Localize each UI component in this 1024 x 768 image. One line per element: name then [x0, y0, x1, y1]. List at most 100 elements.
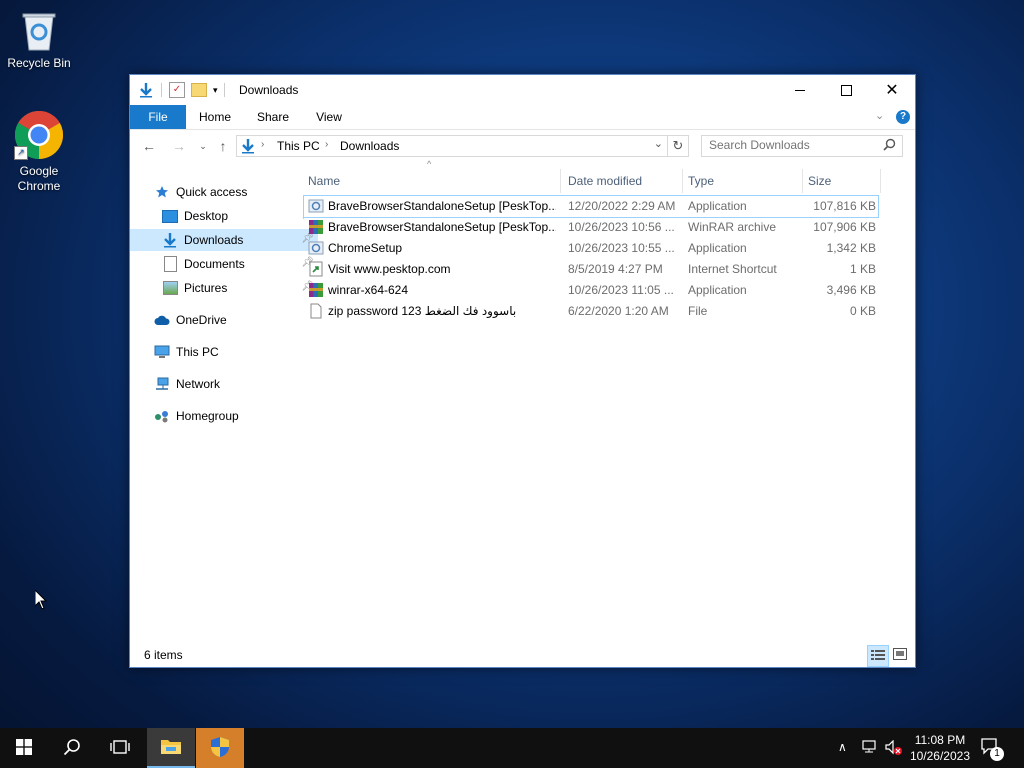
- column-header-name[interactable]: Name: [308, 169, 340, 193]
- taskbar-file-explorer[interactable]: [147, 728, 195, 768]
- table-row[interactable]: BraveBrowserStandaloneSetup [PeskTop....…: [303, 195, 879, 218]
- documents-icon: [162, 256, 178, 272]
- forward-button[interactable]: →: [170, 137, 188, 155]
- column-header-date-modified[interactable]: Date modified: [568, 169, 642, 193]
- nav-item-quick-access[interactable]: Quick access: [130, 181, 310, 203]
- tab-file[interactable]: File: [130, 105, 186, 129]
- details-view-button[interactable]: [867, 645, 889, 667]
- column-separator[interactable]: [880, 169, 881, 193]
- breadcrumb-separator-icon: ›: [261, 139, 265, 150]
- column-separator[interactable]: [682, 169, 683, 193]
- nav-item-desktop[interactable]: Desktop 📌︎: [130, 205, 318, 227]
- table-row[interactable]: winrar-x64-624 10/26/2023 11:05 ... Appl…: [304, 280, 878, 301]
- breadcrumb-separator-icon: ›: [325, 139, 329, 150]
- task-view-icon: [109, 739, 131, 758]
- address-row: ← → ⌄ ↑ › This PC › Downloads ⌄ ↻: [130, 131, 915, 161]
- file-type: Application: [688, 199, 747, 213]
- window-title: Downloads: [239, 83, 299, 97]
- minimize-button[interactable]: [777, 75, 823, 105]
- file-name: BraveBrowserStandaloneSetup [PeskTop....: [328, 220, 556, 234]
- column-header-type[interactable]: Type: [688, 169, 714, 193]
- search-button[interactable]: [48, 728, 96, 768]
- nav-label: Homegroup: [176, 409, 239, 423]
- windows-logo-icon: [16, 738, 32, 758]
- tab-home[interactable]: Home: [192, 105, 238, 129]
- file-type: Application: [688, 283, 747, 297]
- toolbar-separator: [161, 83, 162, 97]
- file-type: WinRAR archive: [688, 220, 777, 234]
- action-center-button[interactable]: 1: [980, 737, 1008, 761]
- back-button[interactable]: ←: [140, 137, 158, 155]
- breadcrumb-downloads[interactable]: Downloads: [340, 139, 399, 153]
- help-icon[interactable]: ?: [896, 110, 910, 124]
- large-icons-view-button[interactable]: [890, 645, 910, 665]
- table-row[interactable]: zip password 123 باسوود فك الضغط 6/22/20…: [304, 301, 878, 322]
- download-arrow-icon: [162, 232, 178, 248]
- file-name: zip password 123 باسوود فك الضغط: [328, 304, 517, 318]
- clock[interactable]: 11:08 PM 10/26/2023: [910, 732, 970, 764]
- start-button[interactable]: [0, 728, 48, 768]
- recent-locations-button[interactable]: ⌄: [194, 137, 212, 155]
- table-row[interactable]: ChromeSetup 10/26/2023 10:55 ... Applica…: [304, 238, 878, 259]
- properties-icon[interactable]: ✓: [169, 82, 185, 98]
- clock-date: 10/26/2023: [909, 749, 970, 763]
- title-bar[interactable]: ✓ ▾ Downloads ✕: [130, 75, 915, 105]
- address-bar[interactable]: › This PC › Downloads ⌄: [236, 135, 668, 157]
- expand-ribbon-icon[interactable]: ⌄: [875, 109, 884, 122]
- search-input[interactable]: [702, 136, 879, 154]
- nav-label: Pictures: [184, 281, 228, 295]
- network-icon: [154, 376, 170, 392]
- cloud-icon: [154, 312, 170, 328]
- chevron-down-icon: ⌄: [199, 140, 207, 151]
- column-header-size[interactable]: Size: [808, 169, 831, 193]
- sort-indicator-icon: ^: [427, 159, 432, 169]
- desktop-icon-chrome[interactable]: ↗ Google Chrome: [1, 110, 77, 194]
- nav-item-onedrive[interactable]: OneDrive: [130, 309, 310, 331]
- maximize-button[interactable]: [823, 75, 869, 105]
- up-button[interactable]: ↑: [214, 137, 232, 155]
- homegroup-icon: [154, 408, 170, 424]
- breadcrumb-this-pc[interactable]: This PC: [277, 139, 320, 153]
- refresh-button[interactable]: ↻: [667, 135, 689, 157]
- table-row[interactable]: BraveBrowserStandaloneSetup [PeskTop....…: [304, 217, 878, 238]
- nav-item-pictures[interactable]: Pictures 📌︎: [130, 277, 318, 299]
- file-date: 10/26/2023 10:56 ...: [568, 220, 675, 234]
- nav-item-this-pc[interactable]: This PC: [130, 341, 310, 363]
- refresh-icon: ↻: [672, 138, 684, 153]
- close-button[interactable]: ✕: [869, 75, 915, 105]
- table-row[interactable]: Visit www.pesktop.com 8/5/2019 4:27 PM I…: [304, 259, 878, 280]
- details-view-icon: [871, 649, 885, 664]
- volume-muted-icon[interactable]: [885, 739, 903, 759]
- file-size: 107,906 KB: [813, 220, 876, 234]
- show-hidden-icons-button[interactable]: ∧: [838, 740, 847, 754]
- desktop-icon-recycle-bin[interactable]: Recycle Bin: [1, 8, 77, 71]
- file-type: Internet Shortcut: [688, 262, 777, 276]
- search-icon[interactable]: [883, 138, 896, 154]
- address-dropdown-icon[interactable]: ⌄: [654, 137, 663, 150]
- nav-item-documents[interactable]: Documents 📌︎: [130, 253, 318, 275]
- network-tray-icon[interactable]: [862, 740, 878, 757]
- download-arrow-icon: [138, 82, 154, 98]
- winrar-icon: [308, 219, 324, 235]
- file-size: 0 KB: [849, 304, 876, 318]
- blank-file-icon: [308, 303, 324, 319]
- task-view-button[interactable]: [96, 728, 144, 768]
- file-size: 3,496 KB: [826, 283, 876, 297]
- new-folder-icon[interactable]: [191, 83, 207, 97]
- nav-item-network[interactable]: Network: [130, 373, 310, 395]
- customize-toolbar-dropdown-icon[interactable]: ▾: [213, 85, 218, 96]
- mouse-cursor-icon: [34, 588, 48, 613]
- chevron-up-icon: ∧: [838, 740, 847, 754]
- tab-view[interactable]: View: [306, 105, 352, 129]
- column-separator[interactable]: [560, 169, 561, 193]
- column-separator[interactable]: [802, 169, 803, 193]
- pictures-icon: [162, 280, 178, 296]
- close-icon: ✕: [885, 82, 899, 99]
- nav-item-downloads[interactable]: Downloads 📌︎: [130, 229, 318, 251]
- file-date: 8/5/2019 4:27 PM: [568, 262, 663, 276]
- tab-share[interactable]: Share: [250, 105, 296, 129]
- file-type: Application: [688, 241, 747, 255]
- nav-item-homegroup[interactable]: Homegroup: [130, 405, 310, 427]
- taskbar-setup-app[interactable]: [196, 728, 244, 768]
- search-box[interactable]: [701, 135, 903, 157]
